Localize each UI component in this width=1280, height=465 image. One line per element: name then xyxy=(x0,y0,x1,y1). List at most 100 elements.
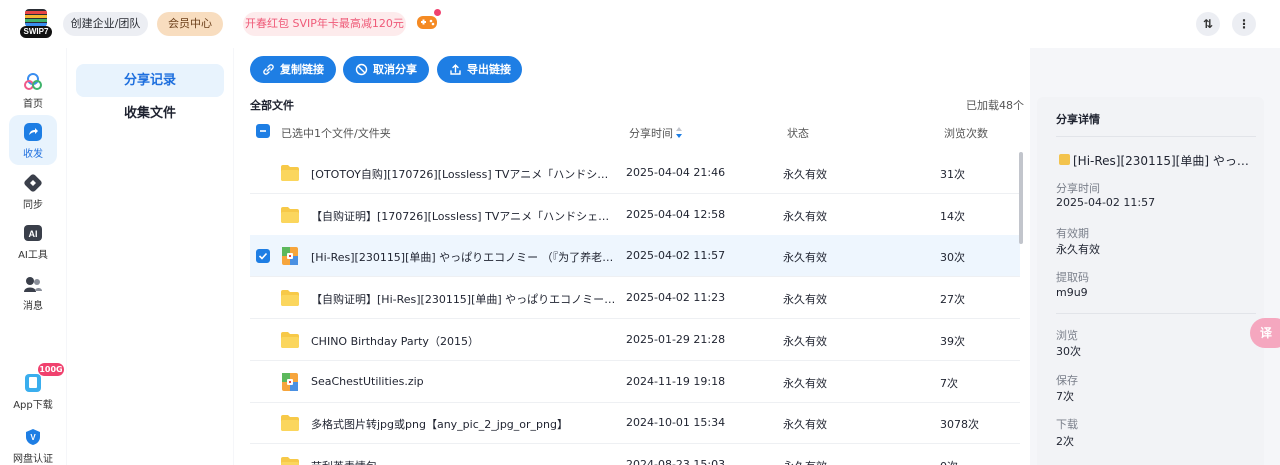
share-time: 2024-08-23 15:03 xyxy=(626,458,726,465)
view-count: 27次 xyxy=(940,293,965,306)
selected-count: 已选中1个文件/文件夹 xyxy=(281,127,391,140)
share-time: 2025-04-04 12:58 xyxy=(626,208,726,221)
minus-icon xyxy=(260,130,266,132)
file-name[interactable]: 【自购证明】[Hi-Res][230115][单曲] やっぱりエコノミー （『为… xyxy=(311,291,616,307)
column-views: 浏览次数 xyxy=(944,127,988,140)
rail-item-verify[interactable]: V 网盘认证 xyxy=(9,420,57,465)
details-key-saves: 保存 xyxy=(1056,374,1078,387)
details-file-name: [Hi-Res][230115][单曲] やっぱりエコノミー （『为了养老金去异… xyxy=(1059,152,1259,169)
rail-label: 收发 xyxy=(23,149,43,160)
rail-item-home[interactable]: 首页 xyxy=(9,65,57,115)
rail-item-messages[interactable]: 消息 xyxy=(9,267,57,317)
sort-icon[interactable]: ⇅ xyxy=(1196,12,1220,36)
file-name[interactable]: [Hi-Res][230115][单曲] やっぱりエコノミー （『为了养老金去异… xyxy=(311,249,616,265)
rail-label: 消息 xyxy=(23,301,43,312)
share-status: 永久有效 xyxy=(783,293,827,306)
details-value-downloads: 2次 xyxy=(1056,435,1074,448)
list-scrollbar[interactable] xyxy=(1019,152,1023,244)
archive-icon xyxy=(282,247,298,265)
subnav-item-collect-files[interactable]: 收集文件 xyxy=(76,97,224,130)
file-list: [OTOTOY自购][170726][Lossless] TVアニメ「ハンドシェ… xyxy=(250,152,1020,465)
file-name[interactable]: 多格式图片转jpg或png【any_pic_2_jpg_or_png】 xyxy=(311,416,616,432)
promo-banner[interactable]: 开春红包 SVIP年卡最高减120元 xyxy=(243,12,406,36)
file-name[interactable]: 【自购证明】[170726][Lossless] TVアニメ「ハンドシェイカー」… xyxy=(311,208,616,224)
translate-button[interactable]: 译 xyxy=(1250,318,1280,348)
file-name[interactable]: 节利英青情包 xyxy=(311,458,616,465)
rail-label: AI工具 xyxy=(18,250,48,261)
details-value-code[interactable]: m9u9 xyxy=(1056,286,1088,299)
vip-center-button[interactable]: 会员中心 xyxy=(157,12,223,36)
block-icon xyxy=(355,63,368,76)
file-name[interactable]: [OTOTOY自购][170726][Lossless] TVアニメ「ハンドシェ… xyxy=(311,166,616,182)
create-team-button[interactable]: 创建企业/团队 xyxy=(63,12,148,36)
share-status: 永久有效 xyxy=(783,418,827,431)
details-key-validity: 有效期 xyxy=(1056,227,1089,240)
copy-link-button[interactable]: 复制链接 xyxy=(250,56,336,83)
table-row[interactable]: [Hi-Res][230115][单曲] やっぱりエコノミー （『为了养老金去异… xyxy=(250,235,1020,277)
folder-icon xyxy=(281,207,299,223)
file-name[interactable]: CHINO Birthday Party（2015） xyxy=(311,333,616,349)
divider xyxy=(1056,313,1256,314)
folder-icon xyxy=(281,457,299,465)
table-row[interactable]: 节利英青情包 2024-08-23 15:03 永久有效 0次 xyxy=(250,444,1020,465)
app-logo[interactable]: SWIP7 xyxy=(18,9,54,39)
file-name[interactable]: SeaChestUtilities.zip xyxy=(311,375,616,388)
archive-icon xyxy=(1059,154,1070,165)
share-time: 2024-10-01 15:34 xyxy=(626,416,726,429)
link-icon xyxy=(263,64,274,75)
logo-mark xyxy=(25,9,47,27)
share-time: 2025-01-29 21:28 xyxy=(626,333,726,346)
share-status: 永久有效 xyxy=(783,251,827,264)
select-all-checkbox[interactable] xyxy=(256,124,270,138)
gamepad-icon[interactable] xyxy=(416,13,438,31)
share-time: 2024-11-19 19:18 xyxy=(626,375,726,388)
details-value-validity: 永久有效 xyxy=(1056,243,1100,256)
table-row[interactable]: [OTOTOY自购][170726][Lossless] TVアニメ「ハンドシェ… xyxy=(250,152,1020,194)
details-key-views: 浏览 xyxy=(1056,329,1078,342)
top-bar: SWIP7 创建企业/团队 会员中心 开春红包 SVIP年卡最高减120元 ⇅ … xyxy=(0,0,1280,48)
rail-item-ai[interactable]: AI AI工具 xyxy=(9,216,57,266)
notification-dot xyxy=(434,9,441,16)
rail-item-share[interactable]: 收发 xyxy=(9,115,57,165)
sync-icon xyxy=(24,174,42,192)
list-title: 全部文件 xyxy=(250,99,294,112)
column-share-time[interactable]: 分享时间 xyxy=(629,125,673,141)
export-link-button[interactable]: 导出链接 xyxy=(437,56,522,83)
storage-badge: 100G xyxy=(38,363,64,376)
rail-label: 同步 xyxy=(23,200,43,211)
column-status: 状态 xyxy=(787,127,809,140)
table-row[interactable]: CHINO Birthday Party（2015） 2025-01-29 21:… xyxy=(250,319,1020,361)
share-icon xyxy=(24,123,42,141)
share-status: 永久有效 xyxy=(783,458,827,465)
subnav-item-share-records[interactable]: 分享记录 xyxy=(76,64,224,97)
logo-text: SWIP7 xyxy=(20,26,52,38)
more-icon[interactable]: ⋮ xyxy=(1232,12,1256,36)
table-row[interactable]: 多格式图片转jpg或png【any_pic_2_jpg_or_png】 2024-… xyxy=(250,402,1020,444)
share-time: 2025-04-02 11:23 xyxy=(626,291,726,304)
details-key-share-time: 分享时间 xyxy=(1056,182,1100,195)
details-title: 分享详情 xyxy=(1056,113,1100,126)
table-row[interactable]: SeaChestUtilities.zip 2024-11-19 19:18 永久有… xyxy=(250,361,1020,403)
view-count: 7次 xyxy=(940,377,958,390)
export-link-label: 导出链接 xyxy=(467,63,511,76)
row-checkbox[interactable] xyxy=(256,249,270,263)
folder-icon xyxy=(281,332,299,348)
table-row[interactable]: 【自购证明】[170726][Lossless] TVアニメ「ハンドシェイカー」… xyxy=(250,194,1020,236)
table-header: 已选中1个文件/文件夹 分享时间 状态 浏览次数 xyxy=(250,122,1020,142)
left-rail: 首页 收发 同步 AI AI工具 消息 App下载 100G V 网盘认证 xyxy=(0,48,66,465)
rail-label: 网盘认证 xyxy=(13,454,53,465)
details-key-downloads: 下载 xyxy=(1056,418,1078,431)
cancel-share-label: 取消分享 xyxy=(373,63,417,76)
share-status: 永久有效 xyxy=(783,210,827,223)
table-row[interactable]: 【自购证明】[Hi-Res][230115][单曲] やっぱりエコノミー （『为… xyxy=(250,277,1020,319)
cancel-share-button[interactable]: 取消分享 xyxy=(343,56,429,83)
rail-item-sync[interactable]: 同步 xyxy=(9,166,57,216)
sort-desc-icon[interactable] xyxy=(675,127,683,138)
rail-label: 首页 xyxy=(23,99,43,110)
verify-icon: V xyxy=(26,429,40,445)
share-details-panel: 分享详情 [Hi-Res][230115][单曲] やっぱりエコノミー （『为了… xyxy=(1037,97,1264,465)
share-status: 永久有效 xyxy=(783,168,827,181)
main-panel: 复制链接 取消分享 导出链接 全部文件 已加载48个 已选中1个文件/文件夹 分… xyxy=(234,48,1030,465)
export-icon xyxy=(450,64,461,75)
details-value-saves: 7次 xyxy=(1056,390,1074,403)
